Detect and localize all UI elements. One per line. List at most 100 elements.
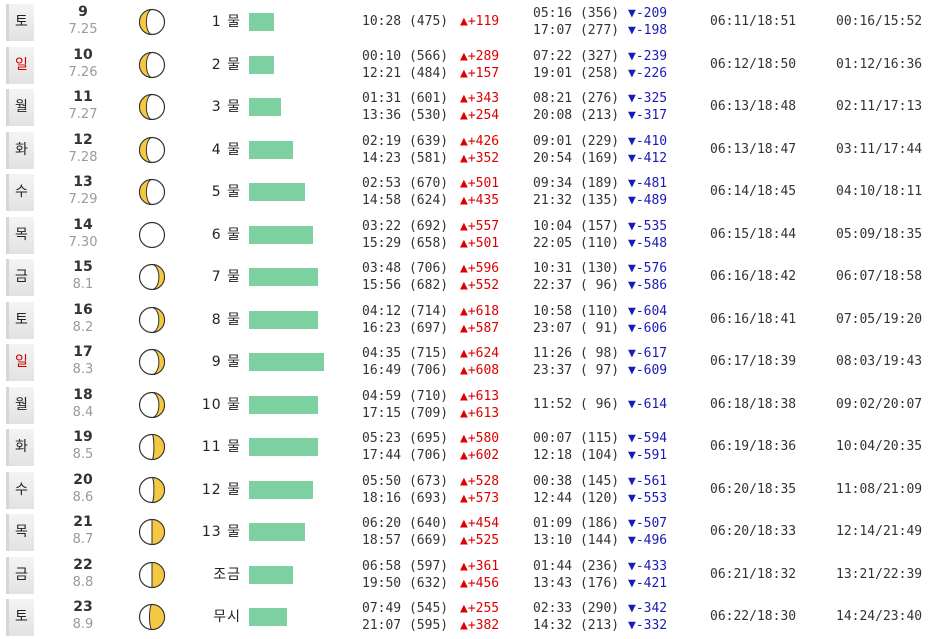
tide-name: 1 물 xyxy=(211,14,241,30)
moon-phase-icon xyxy=(137,475,167,505)
high-tide-value: 19:50 (632) xyxy=(362,575,449,591)
high-tide-value: 13:36 (530) xyxy=(362,108,449,124)
low-tide-value: 01:44 (236) xyxy=(533,558,620,574)
low-tide-value: 10:58 (110) xyxy=(533,303,620,319)
high-tide-diff: ▲+501 ▲+435 xyxy=(460,175,499,209)
high-tide-value: 16:49 (706) xyxy=(362,363,449,379)
high-tide-diff-value: ▲+580 xyxy=(460,431,500,447)
weekday-label: 일 xyxy=(6,344,34,382)
date-cell: 14 7.30 xyxy=(48,217,118,251)
solar-day: 20 xyxy=(73,471,93,488)
high-tide-diff-value: ▲+343 xyxy=(460,91,500,107)
weekday-label: 화 xyxy=(6,131,34,169)
high-tide-diff-value: ▲+501 xyxy=(460,235,500,251)
high-tide-diff-value: ▲+361 xyxy=(460,558,500,574)
lunar-date: 7.27 xyxy=(68,107,98,123)
solar-day: 21 xyxy=(73,514,93,531)
high-tide: 06:20 (640) 18:57 (669) xyxy=(362,515,448,549)
tide-strength-bar xyxy=(249,268,318,287)
high-tide: 02:19 (639) 14:23 (581) xyxy=(362,133,448,167)
solar-day: 17 xyxy=(73,344,93,361)
high-tide-diff-value: ▲+613 xyxy=(460,405,500,421)
low-tide-diff-value: ▼-606 xyxy=(628,320,668,336)
high-tide-diff-value: ▲+602 xyxy=(460,448,500,464)
lunar-date: 8.2 xyxy=(72,319,94,335)
high-tide-diff-value: ▲+254 xyxy=(460,108,500,124)
moon-phase-icon xyxy=(137,517,167,547)
table-row: 목 21 8.7 13 물 06:20 (640) 18:57 (669) ▲+454 ▲+5… xyxy=(0,510,933,553)
tide-strength-bar xyxy=(249,140,293,159)
date-cell: 16 8.2 xyxy=(48,302,118,336)
low-tide: 10:04 (157) 22:05 (110) xyxy=(533,218,619,252)
low-tide-diff-value: ▼-604 xyxy=(628,303,668,319)
tide-table: 토 9 7.25 1 물 10:28 (475) ▲+119 05:16 (356) 17:0… xyxy=(0,0,933,638)
solar-day: 22 xyxy=(73,556,93,573)
low-tide: 01:09 (186) 13:10 (144) xyxy=(533,515,619,549)
date-cell: 9 7.25 xyxy=(48,4,118,38)
sunrise-sunset: 06:13/18:48 xyxy=(710,99,797,115)
moon-phase-icon xyxy=(137,220,167,250)
sunrise-sunset: 06:16/18:42 xyxy=(710,269,797,285)
solar-day: 9 xyxy=(78,4,88,20)
high-tide-value: 15:29 (658) xyxy=(362,235,449,251)
low-tide-diff-value: ▼-342 xyxy=(628,601,668,617)
moonrise-moonset: 14:24/23:40 xyxy=(836,609,923,625)
low-tide-diff: ▼-594 ▼-591 xyxy=(628,430,667,464)
high-tide-diff-value: ▲+435 xyxy=(460,193,500,209)
low-tide-value: 20:54 (169) xyxy=(533,150,620,166)
low-tide-value: 05:16 (356) xyxy=(533,6,620,21)
low-tide-diff-value: ▼-421 xyxy=(628,575,668,591)
low-tide-diff-value: ▼-226 xyxy=(628,65,668,81)
low-tide-diff: ▼-209 ▼-198 xyxy=(628,5,667,39)
low-tide-diff-value: ▼-332 xyxy=(628,618,668,634)
date-cell: 20 8.6 xyxy=(48,472,118,506)
low-tide-value: 11:26 ( 98) xyxy=(533,346,620,362)
tide-strength-bar xyxy=(249,608,287,627)
tide-name: 5 물 xyxy=(211,184,241,201)
low-tide-diff: ▼-576 ▼-586 xyxy=(628,260,667,294)
moonrise-moonset: 04:10/18:11 xyxy=(836,184,923,200)
date-cell: 11 7.27 xyxy=(48,89,118,123)
high-tide-value: 18:57 (669) xyxy=(362,533,449,549)
weekday-label: 토 xyxy=(6,4,34,41)
high-tide-diff-value: ▲+352 xyxy=(460,150,500,166)
tide-strength-bar xyxy=(249,183,305,202)
low-tide-value: 23:07 ( 91) xyxy=(533,320,620,336)
sunrise-sunset: 06:20/18:33 xyxy=(710,524,797,540)
low-tide-value: 12:44 (120) xyxy=(533,490,620,506)
high-tide-diff: ▲+618 ▲+587 xyxy=(460,303,499,337)
date-cell: 13 7.29 xyxy=(48,174,118,208)
high-tide: 04:59 (710) 17:15 (709) xyxy=(362,388,448,422)
high-tide-value: 02:19 (639) xyxy=(362,133,449,149)
moonrise-moonset: 12:14/21:49 xyxy=(836,524,923,540)
low-tide-diff-value: ▼-209 xyxy=(628,6,668,21)
low-tide-diff: ▼-561 ▼-553 xyxy=(628,473,667,507)
table-row: 월 11 7.27 3 물 01:31 (601) 13:36 (530) ▲+343 ▲+2… xyxy=(0,85,933,128)
weekday-label: 토 xyxy=(6,301,34,339)
low-tide-value: 13:43 (176) xyxy=(533,575,620,591)
high-tide-diff: ▲+580 ▲+602 xyxy=(460,430,499,464)
low-tide-diff-value: ▼-433 xyxy=(628,558,668,574)
low-tide-diff: ▼-481 ▼-489 xyxy=(628,175,667,209)
moonrise-moonset: 11:08/21:09 xyxy=(836,481,923,497)
date-cell: 12 7.28 xyxy=(48,132,118,166)
weekday-label: 화 xyxy=(6,429,34,467)
low-tide-diff-value: ▼-561 xyxy=(628,473,668,489)
solar-day: 23 xyxy=(73,599,93,616)
high-tide-value: 03:48 (706) xyxy=(362,261,449,277)
high-tide-diff-value: ▲+557 xyxy=(460,218,500,234)
moonrise-moonset: 02:11/17:13 xyxy=(836,99,923,115)
tide-name: 12 물 xyxy=(201,481,241,498)
high-tide-diff: ▲+426 ▲+352 xyxy=(460,133,499,167)
low-tide-value: 01:09 (186) xyxy=(533,516,620,532)
high-tide: 04:35 (715) 16:49 (706) xyxy=(362,345,448,379)
low-tide: 00:38 (145) 12:44 (120) xyxy=(533,473,619,507)
tide-strength-bar xyxy=(249,523,305,542)
low-tide: 07:22 (327) 19:01 (258) xyxy=(533,48,619,82)
date-cell: 15 8.1 xyxy=(48,259,118,293)
low-tide: 02:33 (290) 14:32 (213) xyxy=(533,600,619,634)
solar-day: 10 xyxy=(73,46,93,63)
moon-phase-icon xyxy=(137,135,167,165)
low-tide: 10:58 (110) 23:07 ( 91) xyxy=(533,303,619,337)
lunar-date: 8.9 xyxy=(72,617,94,633)
